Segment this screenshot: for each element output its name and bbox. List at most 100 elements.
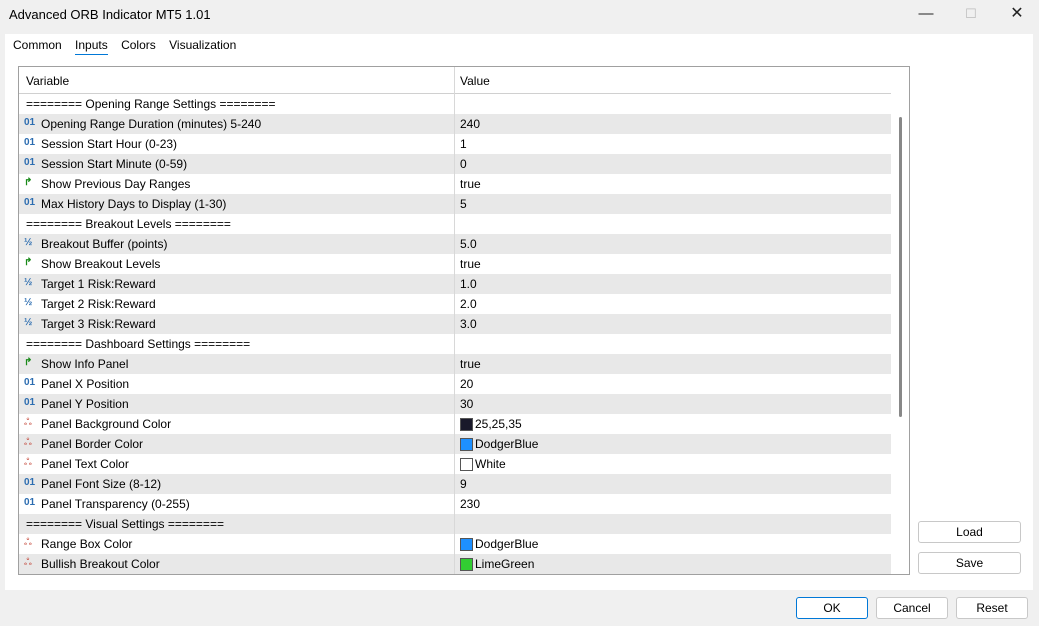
parameter-row[interactable]: ↱ Show Info Panel true	[19, 354, 891, 374]
parameter-row[interactable]: ½ Breakout Buffer (points) 5.0	[19, 234, 891, 254]
parameter-value[interactable]: 9	[460, 477, 467, 491]
variable-name: Session Start Minute (0-59)	[41, 157, 188, 171]
parameter-value[interactable]: DodgerBlue	[475, 437, 538, 451]
variable-name: Panel Font Size (8-12)	[41, 477, 162, 491]
parameter-value[interactable]: 1.0	[460, 277, 477, 291]
parameter-row[interactable]: 01 Panel X Position 20	[19, 374, 891, 394]
color-icon: ஃ	[24, 417, 32, 428]
double-icon: ½	[24, 277, 33, 288]
section-header-row[interactable]: ======== Dashboard Settings ========	[19, 334, 891, 354]
parameter-row[interactable]: ½ Target 2 Risk:Reward 2.0	[19, 294, 891, 314]
parameter-value[interactable]: 3.0	[460, 317, 477, 331]
minimize-button[interactable]: —	[903, 0, 949, 30]
parameter-row[interactable]: ஃ Panel Text Color White	[19, 454, 891, 474]
parameter-value[interactable]: 240	[460, 117, 480, 131]
tab-visualization[interactable]: Visualization	[169, 38, 236, 54]
bool-icon: ↱	[24, 257, 33, 268]
parameter-value[interactable]: 1	[460, 137, 467, 151]
parameter-row[interactable]: 01 Session Start Minute (0-59) 0	[19, 154, 891, 174]
parameter-value[interactable]: true	[460, 177, 481, 191]
double-icon: ½	[24, 317, 33, 328]
color-icon: ஃ	[24, 437, 32, 448]
grid-rows: ======== Opening Range Settings ========…	[19, 94, 891, 574]
parameter-row[interactable]: 01 Panel Transparency (0-255) 230	[19, 494, 891, 514]
parameter-value[interactable]: 0	[460, 157, 467, 171]
column-header-variable[interactable]: Variable	[26, 74, 69, 88]
close-button[interactable]: ✕	[994, 0, 1039, 30]
parameter-value[interactable]: 20	[460, 377, 473, 391]
column-divider[interactable]	[454, 67, 455, 574]
variable-name: Opening Range Duration (minutes) 5-240	[41, 117, 262, 131]
variable-name: Max History Days to Display (1-30)	[41, 197, 227, 211]
parameter-value[interactable]: 5.0	[460, 237, 477, 251]
parameter-value[interactable]: true	[460, 357, 481, 371]
variable-name: Panel Transparency (0-255)	[41, 497, 190, 511]
parameter-value[interactable]: 5	[460, 197, 467, 211]
color-swatch[interactable]	[460, 418, 473, 431]
int-icon: 01	[24, 497, 36, 508]
int-icon: 01	[24, 197, 36, 208]
parameter-value[interactable]: true	[460, 257, 481, 271]
int-icon: 01	[24, 157, 36, 168]
maximize-button[interactable]: ☐	[948, 0, 994, 30]
parameter-row[interactable]: ↱ Show Breakout Levels true	[19, 254, 891, 274]
parameter-row[interactable]: 01 Max History Days to Display (1-30) 5	[19, 194, 891, 214]
variable-name: Panel Border Color	[41, 437, 144, 451]
parameter-row[interactable]: ஃ Panel Border Color DodgerBlue	[19, 434, 891, 454]
parameter-row[interactable]: ↱ Show Previous Day Ranges true	[19, 174, 891, 194]
variable-name: ======== Opening Range Settings ========	[26, 97, 276, 111]
parameter-value[interactable]: LimeGreen	[475, 557, 534, 571]
double-icon: ½	[24, 237, 33, 248]
tab-bar: Common Inputs Colors Visualization	[13, 38, 246, 56]
parameter-row[interactable]: ஃ Panel Background Color 25,25,35	[19, 414, 891, 434]
variable-name: Breakout Buffer (points)	[41, 237, 168, 251]
variable-name: Panel Background Color	[41, 417, 172, 431]
column-header-value[interactable]: Value	[460, 74, 490, 88]
parameter-row[interactable]: 01 Panel Y Position 30	[19, 394, 891, 414]
color-swatch[interactable]	[460, 558, 473, 571]
grid-header: Variable Value	[19, 67, 891, 94]
save-button[interactable]: Save	[918, 552, 1021, 574]
scrollbar-thumb[interactable]	[899, 117, 902, 417]
parameter-value[interactable]: 230	[460, 497, 480, 511]
variable-name: ======== Breakout Levels ========	[26, 217, 231, 231]
ok-button[interactable]: OK	[796, 597, 868, 619]
cancel-button[interactable]: Cancel	[876, 597, 948, 619]
section-header-row[interactable]: ======== Breakout Levels ========	[19, 214, 891, 234]
tab-colors[interactable]: Colors	[121, 38, 156, 54]
reset-button[interactable]: Reset	[956, 597, 1028, 619]
parameter-row[interactable]: 01 Panel Font Size (8-12) 9	[19, 474, 891, 494]
window-title: Advanced ORB Indicator MT5 1.01	[9, 7, 211, 22]
color-icon: ஃ	[24, 557, 32, 568]
color-swatch[interactable]	[460, 538, 473, 551]
variable-name: Range Box Color	[41, 537, 133, 551]
parameter-value[interactable]: 25,25,35	[475, 417, 522, 431]
variable-name: Show Info Panel	[41, 357, 129, 371]
parameter-row[interactable]: ½ Target 1 Risk:Reward 1.0	[19, 274, 891, 294]
parameter-value[interactable]: 2.0	[460, 297, 477, 311]
section-header-row[interactable]: ======== Visual Settings ========	[19, 514, 891, 534]
color-swatch[interactable]	[460, 458, 473, 471]
parameter-row[interactable]: ஃ Bullish Breakout Color LimeGreen	[19, 554, 891, 574]
parameter-row[interactable]: ½ Target 3 Risk:Reward 3.0	[19, 314, 891, 334]
color-swatch[interactable]	[460, 438, 473, 451]
load-button[interactable]: Load	[918, 521, 1021, 543]
variable-name: Panel Text Color	[41, 457, 129, 471]
variable-name: ======== Visual Settings ========	[26, 517, 224, 531]
parameter-row[interactable]: 01 Opening Range Duration (minutes) 5-240…	[19, 114, 891, 134]
parameter-row[interactable]: 01 Session Start Hour (0-23) 1	[19, 134, 891, 154]
variable-name: Target 2 Risk:Reward	[41, 297, 156, 311]
section-header-row[interactable]: ======== Opening Range Settings ========	[19, 94, 891, 114]
tab-common[interactable]: Common	[13, 38, 62, 54]
int-icon: 01	[24, 377, 36, 388]
tab-inputs[interactable]: Inputs	[75, 38, 108, 55]
variable-name: Panel Y Position	[41, 397, 129, 411]
dialog-content: Common Inputs Colors Visualization Varia…	[5, 34, 1033, 590]
parameter-value[interactable]: DodgerBlue	[475, 537, 538, 551]
parameter-value[interactable]: White	[475, 457, 506, 471]
parameter-value[interactable]: 30	[460, 397, 473, 411]
color-icon: ஃ	[24, 457, 32, 468]
parameter-row[interactable]: ஃ Range Box Color DodgerBlue	[19, 534, 891, 554]
int-icon: 01	[24, 477, 36, 488]
variable-name: Panel X Position	[41, 377, 130, 391]
